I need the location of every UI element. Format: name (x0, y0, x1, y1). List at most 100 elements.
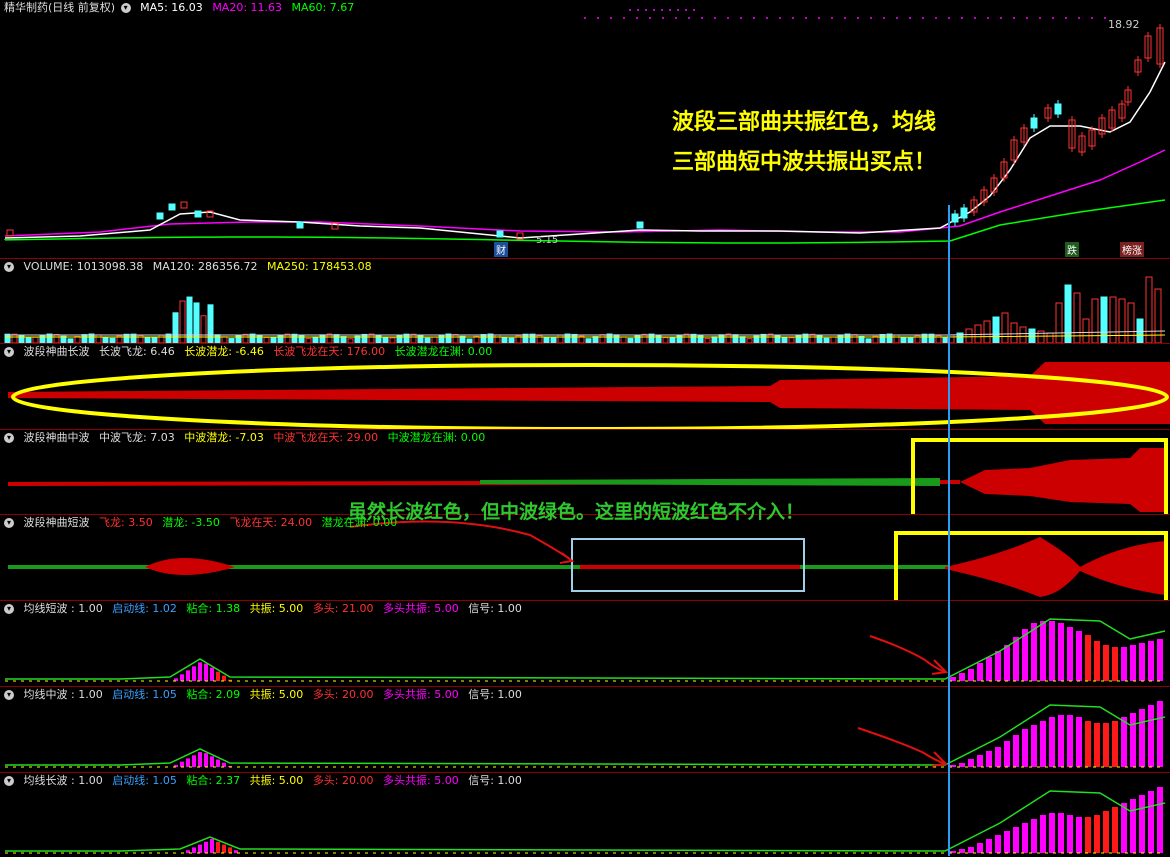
volume-bar (809, 333, 816, 344)
tag-die: 跌 (1065, 242, 1079, 257)
candle (156, 212, 164, 220)
ma-mid-start: 启动线: 1.05 (112, 688, 177, 701)
top-dot (677, 9, 679, 11)
volume-bar (983, 320, 991, 344)
short-wave-panel[interactable]: ▾ 波段神曲短波 飞龙: 3.50 潜龙: -3.50 飞龙在天: 24.00 … (0, 501, 1170, 601)
mid-wave-header: ▾ 波段神曲中波 中波飞龙: 7.03 中波潜龙: -7.03 中波飞龙在天: … (4, 431, 491, 445)
volume-bar (851, 334, 858, 344)
ma-bar (1130, 645, 1136, 681)
candle (1030, 117, 1038, 129)
ma-bar (1058, 715, 1064, 767)
long-wave-title: 波段神曲长波 (23, 345, 90, 358)
dropdown-icon[interactable]: ▾ (4, 604, 14, 614)
top-dot (701, 17, 703, 19)
long-wave-panel[interactable]: ▾ 波段神曲长波 长波飞龙: 6.46 长波潜龙: -6.46 长波飞龙在天: … (0, 343, 1170, 430)
top-dot (922, 17, 924, 19)
volume-bar (1019, 326, 1027, 344)
ma-bar (1085, 635, 1091, 681)
ma-bar (192, 847, 196, 853)
ma-bar (959, 849, 965, 853)
long-wave-band (8, 362, 1170, 424)
ma-bar (1076, 717, 1082, 767)
ma-bar (1013, 735, 1019, 767)
ma-bar (1031, 725, 1037, 767)
volume-bar (333, 334, 340, 344)
volume-bar (256, 334, 263, 344)
price-panel[interactable]: 精华制药(日线 前复权) ▾ MA5: 16.03 MA20: 11.63 MA… (0, 0, 1170, 258)
ma60-line (4, 199, 1166, 244)
ma-bar (1157, 787, 1163, 853)
ma-bar (995, 835, 1001, 853)
candle (960, 207, 968, 219)
top-dot (974, 17, 976, 19)
ma-bar (1004, 741, 1010, 767)
dropdown-icon[interactable]: ▾ (4, 347, 14, 357)
volume-bar (158, 334, 165, 344)
ma5-line (4, 61, 1166, 239)
volume-bar (53, 333, 60, 344)
top-dot (870, 17, 872, 19)
top-dot (1039, 17, 1041, 19)
ma-bar (1085, 817, 1091, 853)
volume-bar (879, 333, 886, 344)
top-dot (688, 17, 690, 19)
dropdown-icon[interactable]: ▾ (4, 776, 14, 786)
volume-panel[interactable]: ▾ VOLUME: 1013098.38 MA120: 286356.72 MA… (0, 258, 1170, 344)
ma-short-panel[interactable]: ▾ 均线短波 : 1.00 启动线: 1.02 粘合: 1.38 共振: 5.0… (0, 600, 1170, 686)
volume-bar (1082, 318, 1090, 344)
dropdown-icon[interactable]: ▾ (4, 518, 14, 528)
dropdown-icon[interactable]: ▾ (4, 433, 14, 443)
ma-bar (1112, 721, 1118, 767)
dropdown-icon[interactable]: ▾ (4, 690, 14, 700)
dropdown-icon[interactable]: ▾ (4, 262, 14, 272)
ma-short-bull-reson: 多头共振: 5.00 (383, 602, 459, 615)
dropdown-icon[interactable]: ▾ (120, 3, 131, 13)
volume-bar (291, 333, 298, 344)
volume-bar (200, 315, 207, 344)
top-dot (693, 9, 695, 11)
top-dot (636, 17, 638, 19)
ma-bar (1004, 831, 1010, 853)
ma-bar (222, 675, 226, 681)
volume-bar (39, 334, 46, 344)
volume-bar (641, 333, 648, 344)
ma-bar (228, 847, 232, 853)
ma-bar (1031, 819, 1037, 853)
mid-wave-sky: 中波飞龙在天: 29.00 (273, 431, 379, 444)
ma-bar (1094, 815, 1100, 853)
short-wave-fly: 飞龙: 3.50 (99, 516, 153, 529)
top-dot (675, 17, 677, 19)
ma-bar (1148, 641, 1154, 681)
volume-bar (1064, 284, 1072, 344)
mid-wave-fly: 中波飞龙: 7.03 (99, 431, 175, 444)
volume-bar (123, 333, 130, 344)
volume-bar (676, 334, 683, 344)
volume-bar (1127, 302, 1135, 344)
top-dot (987, 17, 989, 19)
ma-bar (959, 673, 965, 681)
volume-bar (95, 334, 102, 344)
mid-wave-title: 波段神曲中波 (23, 431, 90, 444)
ma-long-panel[interactable]: ▾ 均线长波 : 1.00 启动线: 1.05 粘合: 2.37 共振: 5.0… (0, 772, 1170, 856)
ma-bar (210, 756, 214, 767)
candle (168, 203, 176, 211)
mid-wave-abyss: 中波潜龙在渊: 0.00 (387, 431, 486, 444)
ma-bar (1031, 623, 1037, 681)
ma-long-header: ▾ 均线长波 : 1.00 启动线: 1.05 粘合: 2.37 共振: 5.0… (4, 774, 528, 788)
ma-bar (1121, 803, 1127, 853)
ma-bar (1139, 643, 1145, 681)
ma-bar (950, 677, 956, 681)
top-dot (753, 17, 755, 19)
ma-bar (186, 670, 190, 681)
volume-bar (1001, 312, 1009, 344)
ma-bar (198, 844, 202, 853)
top-dot (883, 17, 885, 19)
ma-bar (1157, 701, 1163, 767)
price-low-label: 5.15 (536, 235, 559, 246)
top-dot (610, 17, 612, 19)
ma-mid-panel[interactable]: ▾ 均线中波 : 1.00 启动线: 1.05 粘合: 2.09 共振: 5.0… (0, 686, 1170, 772)
ma-bar (1121, 647, 1127, 681)
top-dot (597, 17, 599, 19)
ma-bar (995, 651, 1001, 681)
volume-bar (557, 334, 564, 344)
